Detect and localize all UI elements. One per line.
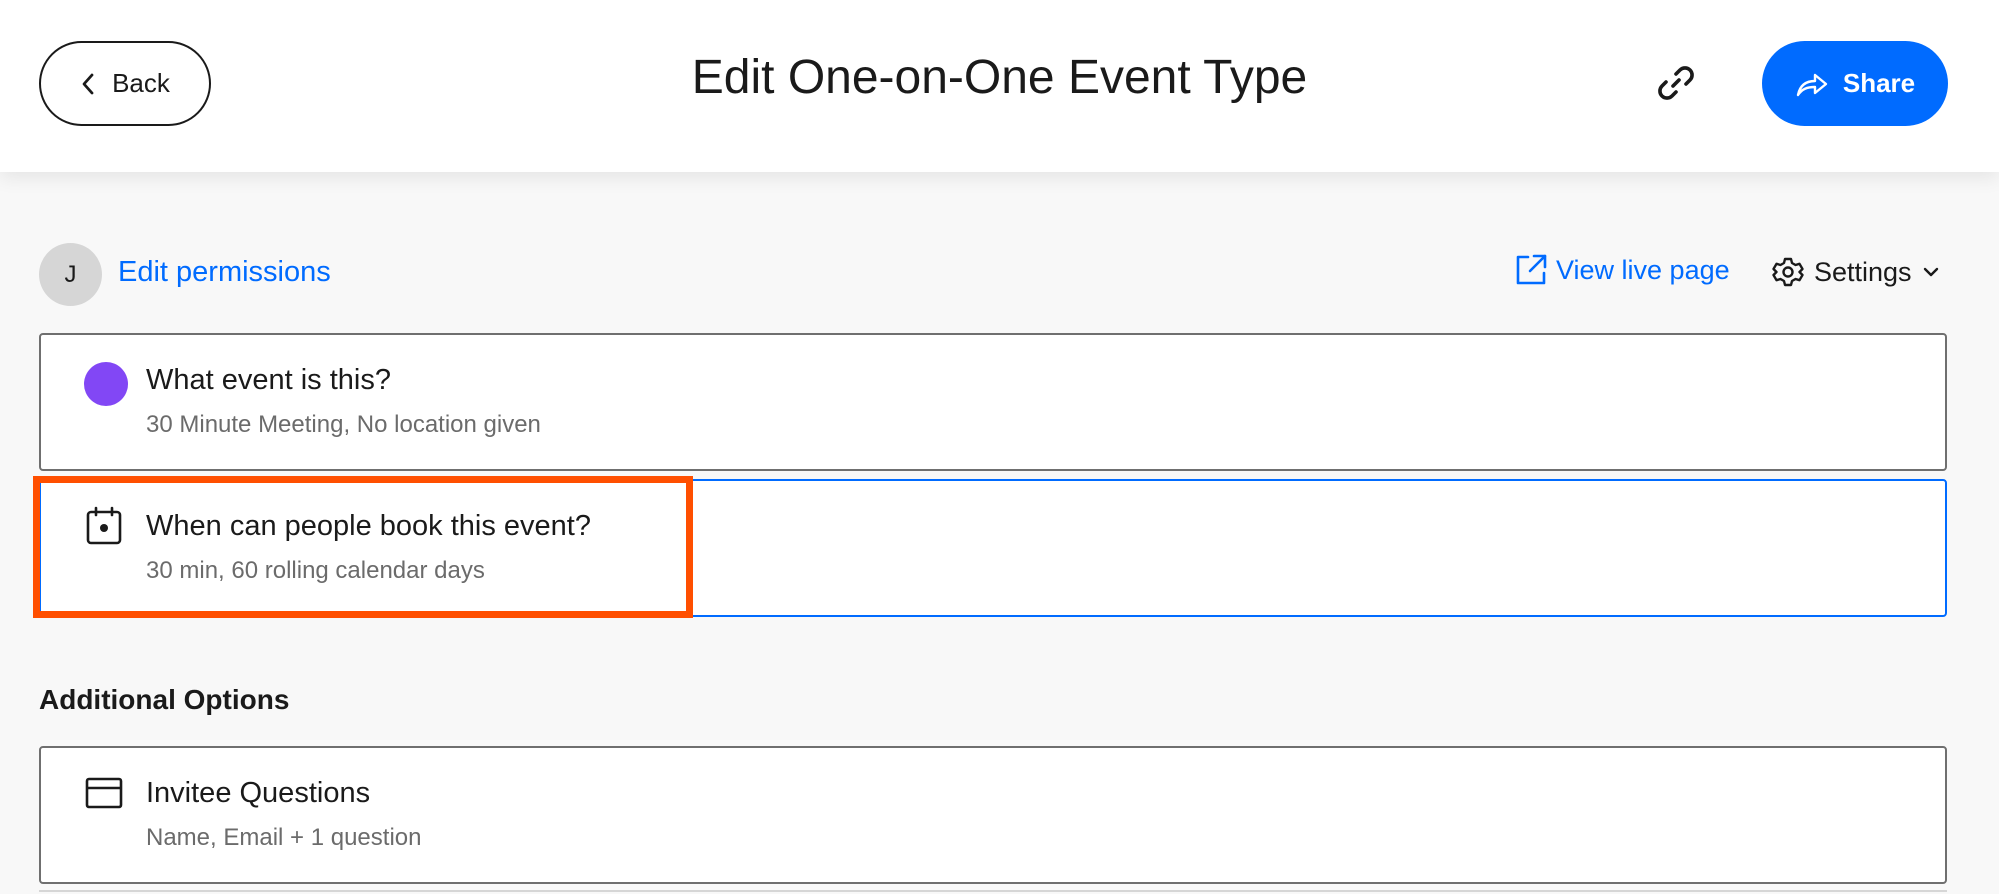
edit-permissions-link[interactable]: Edit permissions: [118, 256, 331, 289]
link-icon[interactable]: [1654, 61, 1698, 105]
availability-subtitle: 30 min, 60 rolling calendar days: [146, 557, 485, 584]
invitee-questions-subtitle: Name, Email + 1 question: [146, 824, 422, 851]
share-button[interactable]: Share: [1762, 41, 1948, 126]
settings-dropdown[interactable]: Settings: [1772, 256, 1940, 288]
availability-title: When can people book this event?: [146, 510, 591, 542]
external-link-icon: [1516, 254, 1547, 285]
avatar-initial: J: [64, 260, 77, 288]
share-button-label: Share: [1842, 68, 1916, 98]
event-details-subtitle: 30 Minute Meeting, No location given: [146, 411, 541, 438]
additional-options-heading: Additional Options: [39, 684, 290, 715]
share-arrow-icon: [1796, 73, 1828, 96]
form-icon: [85, 777, 123, 809]
view-live-page-link[interactable]: View live page: [1514, 253, 1730, 287]
event-details-title: What event is this?: [146, 364, 391, 396]
event-color-dot: [84, 362, 128, 406]
chevron-down-icon: [1923, 267, 1938, 277]
gear-icon: [1772, 257, 1804, 287]
invitee-questions-title: Invitee Questions: [146, 777, 371, 809]
calendar-icon: [86, 506, 122, 545]
avatar: J: [39, 243, 102, 306]
view-live-page-label: View live page: [1556, 254, 1730, 285]
settings-label: Settings: [1814, 256, 1912, 287]
availability-card[interactable]: When can people book this event? 30 min,…: [39, 479, 1947, 617]
page-title: Edit One-on-One Event Type: [691, 51, 1308, 104]
divider: [39, 890, 1947, 892]
invitee-questions-card[interactable]: Invitee Questions Name, Email + 1 questi…: [39, 746, 1947, 884]
top-header: Back Edit One-on-One Event Type Share: [0, 0, 1999, 172]
event-details-card[interactable]: What event is this? 30 Minute Meeting, N…: [39, 333, 1947, 471]
